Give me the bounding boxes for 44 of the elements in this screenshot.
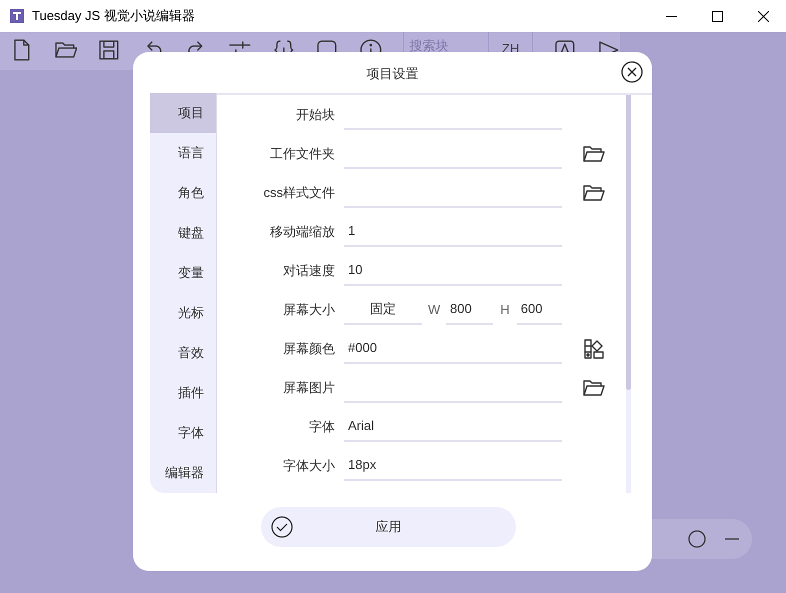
field-label: 开始块	[295, 106, 335, 124]
sidebar-tab[interactable]: 光标	[150, 293, 216, 333]
height-label: H	[499, 300, 511, 319]
maximize-icon	[712, 10, 722, 22]
input-field[interactable]: 18px	[344, 450, 562, 480]
app-logo-icon	[10, 9, 24, 23]
field-label: 字体大小	[282, 456, 335, 475]
close-button[interactable]	[621, 61, 643, 83]
field-label: 字体	[308, 418, 335, 436]
check-circle-icon	[271, 516, 293, 538]
input-field[interactable]: #000	[344, 334, 562, 364]
sidebar-tab[interactable]: 角色	[150, 173, 216, 213]
field-label: 屏幕颜色	[282, 340, 335, 358]
mode-field[interactable]: 固定	[344, 294, 422, 324]
field-label: 工作文件夹	[269, 144, 335, 163]
sidebar-tab[interactable]: 项目	[150, 93, 216, 133]
sidebar-tab[interactable]: 字体	[150, 413, 216, 453]
sidebar-tab[interactable]: 变量	[150, 253, 216, 293]
window-title: Tuesday JS 视觉小说编辑器	[32, 7, 195, 26]
save-icon[interactable]	[97, 38, 121, 62]
field-label: css样式文件	[262, 184, 335, 202]
folder-icon[interactable]	[582, 182, 606, 202]
sidebar-tab[interactable]: 插件	[150, 373, 216, 413]
input-field[interactable]: 10	[344, 256, 562, 286]
folder-icon[interactable]	[582, 378, 606, 398]
sidebar-tab[interactable]: 编辑器	[150, 453, 216, 493]
field-label: 屏幕图片	[282, 378, 335, 397]
width-field[interactable]: 800	[446, 294, 494, 324]
sidebar-tab[interactable]: 音效	[150, 333, 216, 373]
height-field[interactable]: 600	[516, 294, 562, 324]
folder-icon[interactable]	[582, 144, 606, 164]
input-field[interactable]: 1	[344, 216, 562, 246]
sidebar-tab[interactable]: 语言	[150, 133, 216, 173]
circle-icon[interactable]	[688, 530, 706, 548]
apply-button[interactable]: 应用	[261, 507, 516, 547]
close-icon	[621, 61, 643, 83]
close-icon	[758, 10, 768, 22]
width-label: W	[427, 300, 442, 319]
input-field[interactable]: Arial	[344, 412, 562, 442]
palette-icon[interactable]	[583, 338, 605, 360]
sidebar-tab[interactable]: 键盘	[150, 213, 216, 253]
field-label: 对话速度	[282, 262, 335, 280]
field-label: 移动端缩放	[269, 222, 335, 241]
field-label: 屏幕大小	[282, 300, 335, 319]
